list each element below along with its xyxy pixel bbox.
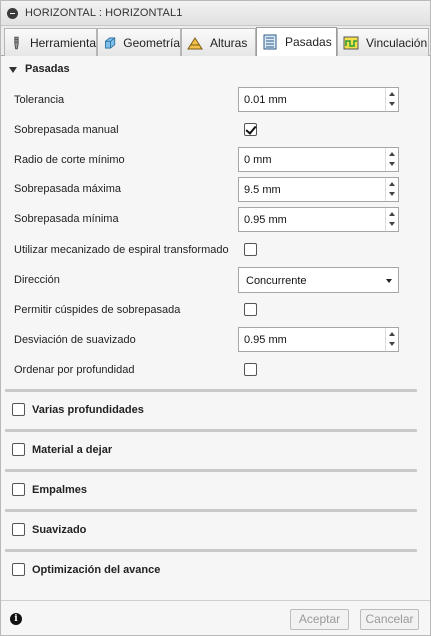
group-smoothing[interactable]: Suavizado <box>12 523 86 536</box>
spin-up-icon[interactable] <box>389 212 395 216</box>
tab-bar: Herramienta Geometría Alturas Pasadas Vi… <box>1 26 430 56</box>
tab-geometry[interactable]: Geometría <box>97 28 181 56</box>
max-stepover-input[interactable]: 9.5 mm <box>238 177 399 202</box>
tab-heights[interactable]: Alturas <box>181 28 256 56</box>
group-checkbox[interactable] <box>12 483 25 496</box>
spiral-label: Utilizar mecanizado de espiral transform… <box>14 244 229 256</box>
spin-up-icon[interactable] <box>389 152 395 156</box>
section-title: Pasadas <box>25 63 70 75</box>
ok-button[interactable]: Aceptar <box>290 609 349 630</box>
tolerance-input[interactable]: 0.01 mm <box>238 87 399 112</box>
group-label: Material a dejar <box>32 443 113 456</box>
linking-icon <box>343 36 359 49</box>
tool-icon <box>14 36 19 49</box>
smoothing-deviation-value: 0.95 mm <box>244 334 287 346</box>
spin-down-icon[interactable] <box>389 102 395 106</box>
tab-tool[interactable]: Herramienta <box>4 28 97 56</box>
spin-up-icon[interactable] <box>389 92 395 96</box>
spin-down-icon[interactable] <box>389 162 395 166</box>
dialog: HORIZONTAL : HORIZONTAL1 Herramienta Geo… <box>0 0 431 636</box>
max-stepover-value: 9.5 mm <box>244 184 281 196</box>
group-checkbox[interactable] <box>12 403 25 416</box>
spin-down-icon[interactable] <box>389 342 395 346</box>
tab-passes[interactable]: Pasadas <box>256 27 337 56</box>
tolerance-value: 0.01 mm <box>244 94 287 106</box>
title-bar: HORIZONTAL : HORIZONTAL1 <box>1 1 430 26</box>
tab-label: Alturas <box>210 35 248 50</box>
manual-stepover-checkbox[interactable] <box>244 123 257 136</box>
group-label: Optimización del avance <box>32 563 161 576</box>
group-multiple-depths[interactable]: Varias profundidades <box>12 403 144 416</box>
collapse-icon[interactable] <box>7 8 18 19</box>
tab-linking[interactable]: Vinculación <box>337 28 429 56</box>
cusps-label: Permitir cúspides de sobrepasada <box>14 304 181 316</box>
spiral-checkbox[interactable] <box>244 243 257 256</box>
footer: i Aceptar Cancelar <box>1 600 430 635</box>
tab-label: Vinculación <box>366 35 428 50</box>
divider <box>5 509 417 512</box>
group-label: Varias profundidades <box>32 403 144 416</box>
direction-select[interactable]: Concurrente <box>238 267 399 293</box>
min-cut-radius-input[interactable]: 0 mm <box>238 147 399 172</box>
min-stepover-input[interactable]: 0.95 mm <box>238 207 399 232</box>
tab-label: Geometría <box>123 35 180 50</box>
tolerance-label: Tolerancia <box>14 94 65 106</box>
order-by-depth-label: Ordenar por profundidad <box>14 364 135 376</box>
window-title: HORIZONTAL : HORIZONTAL1 <box>25 7 183 19</box>
divider <box>5 389 417 392</box>
divider <box>5 469 417 472</box>
group-label: Suavizado <box>32 523 87 536</box>
spin-up-icon[interactable] <box>389 182 395 186</box>
group-fillets[interactable]: Empalmes <box>12 483 87 496</box>
tolerance-spinner[interactable] <box>385 88 398 111</box>
max-stepover-spinner[interactable] <box>385 178 398 201</box>
spin-down-icon[interactable] <box>389 192 395 196</box>
group-label: Empalmes <box>32 483 88 496</box>
min-stepover-value: 0.95 mm <box>244 214 287 226</box>
triangle-down-icon <box>9 66 17 73</box>
cancel-button[interactable]: Cancelar <box>360 609 419 630</box>
smoothing-deviation-input[interactable]: 0.95 mm <box>238 327 399 352</box>
min-cut-radius-value: 0 mm <box>244 154 272 166</box>
min-stepover-label: Sobrepasada mínima <box>14 213 119 225</box>
spin-up-icon[interactable] <box>389 332 395 336</box>
group-feed-optimization[interactable]: Optimización del avance <box>12 563 160 576</box>
info-icon[interactable]: i <box>10 613 22 625</box>
chevron-down-icon <box>386 279 392 283</box>
min-cut-radius-label: Radio de corte mínimo <box>14 154 125 166</box>
min-stepover-spinner[interactable] <box>385 208 398 231</box>
section-header-passes[interactable]: Pasadas <box>9 63 70 75</box>
group-stock-to-leave[interactable]: Material a dejar <box>12 443 112 456</box>
heights-icon <box>187 36 203 49</box>
direction-value: Concurrente <box>246 275 307 287</box>
divider <box>5 429 417 432</box>
divider <box>5 549 417 552</box>
min-cut-radius-spinner[interactable] <box>385 148 398 171</box>
order-by-depth-checkbox[interactable] <box>244 363 257 376</box>
tab-label: Herramienta <box>29 35 96 50</box>
group-checkbox[interactable] <box>12 563 25 576</box>
smoothing-deviation-spinner[interactable] <box>385 328 398 351</box>
tab-label: Pasadas <box>285 35 332 49</box>
group-checkbox[interactable] <box>12 523 25 536</box>
group-checkbox[interactable] <box>12 443 25 456</box>
geometry-icon <box>104 36 116 49</box>
spin-down-icon[interactable] <box>389 222 395 226</box>
passes-icon <box>263 34 277 50</box>
cusps-checkbox[interactable] <box>244 303 257 316</box>
max-stepover-label: Sobrepasada máxima <box>14 183 122 195</box>
manual-stepover-label: Sobrepasada manual <box>14 124 119 136</box>
smoothing-deviation-label: Desviación de suavizado <box>14 334 136 346</box>
direction-label: Dirección <box>14 274 60 286</box>
